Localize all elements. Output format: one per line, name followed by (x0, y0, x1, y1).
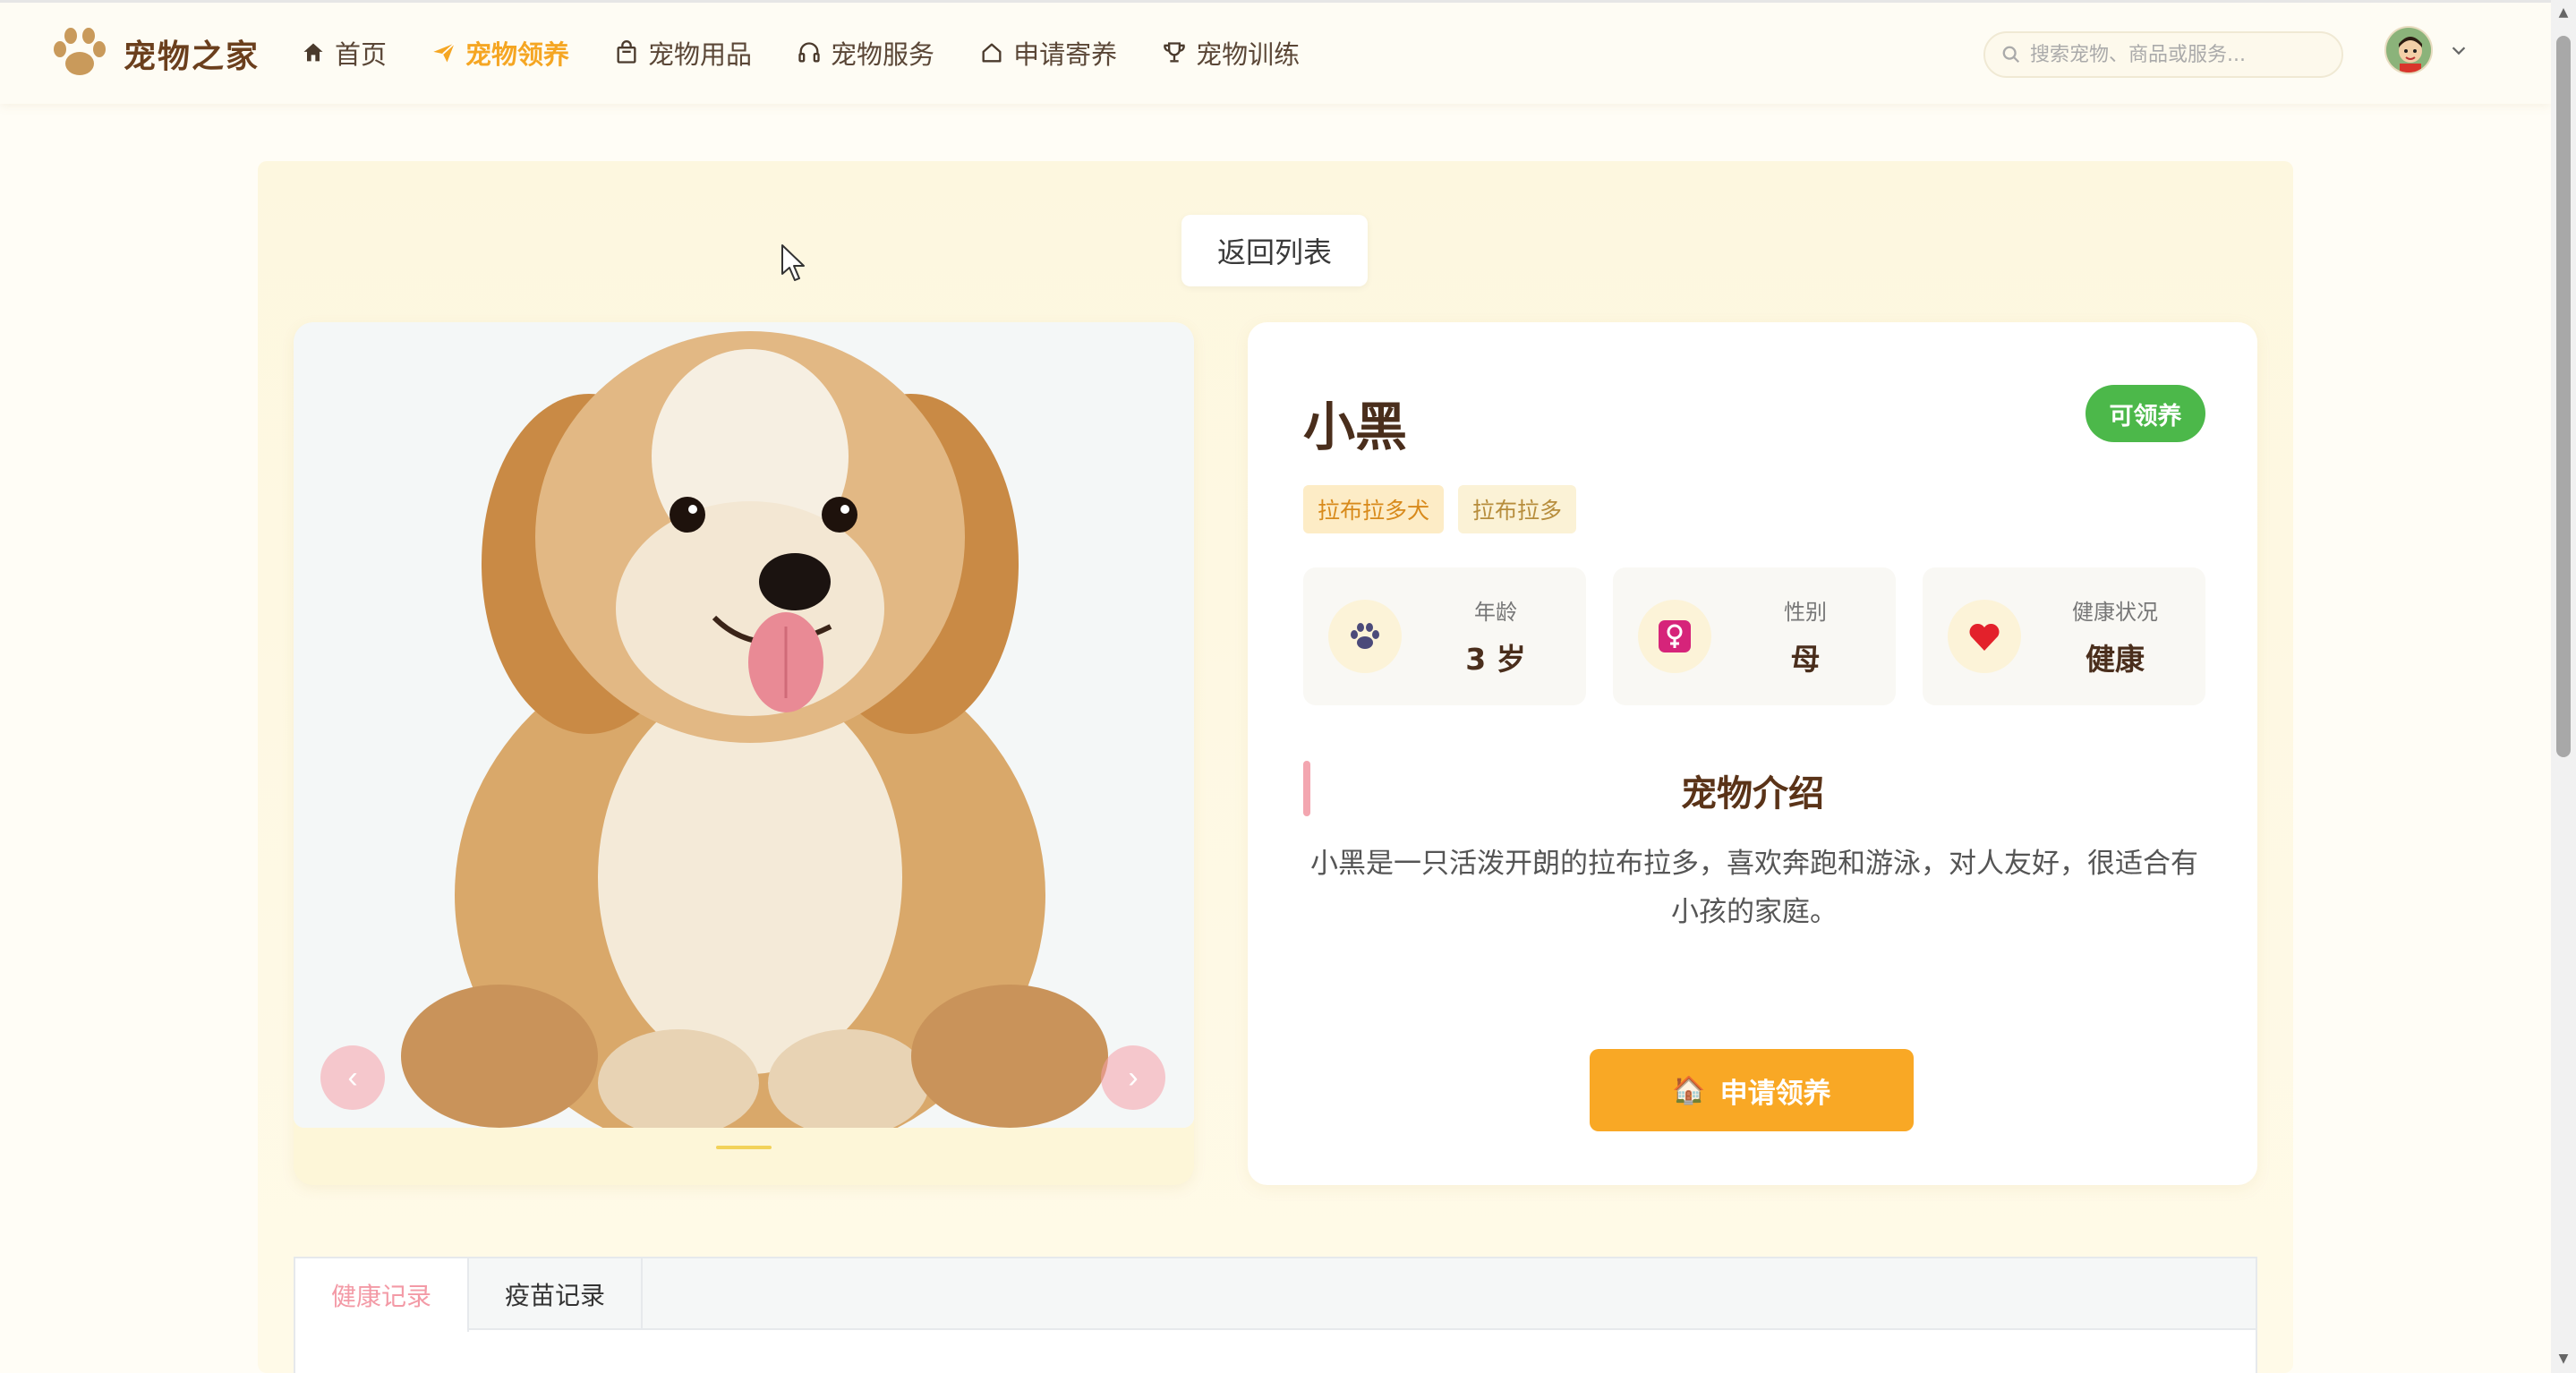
breed-tag: 拉布拉多 (1458, 485, 1577, 533)
status-badge: 可领养 (2086, 385, 2205, 442)
nav-item-label: 首页 (335, 39, 388, 70)
tab-strip: 健康记录 疫苗记录 (295, 1258, 2256, 1332)
stat-gender: 性别 母 (1613, 567, 1896, 705)
avatar-image (2386, 28, 2431, 72)
nav-item-label: 宠物用品 (648, 39, 753, 70)
nav-item-training[interactable]: 宠物训练 (1162, 34, 1300, 72)
stat-label: 健康状况 (2072, 600, 2158, 625)
page-scrollbar[interactable]: ▲ ▼ (2551, 0, 2576, 1373)
search-box (1983, 31, 2343, 78)
chevron-down-icon (2452, 47, 2466, 55)
pet-photo (294, 322, 1194, 1128)
main-nav: 首页 宠物领养 宠物用品 宠物服务 申请寄养 宠物训练 (301, 30, 1344, 76)
carousel-indicator[interactable] (716, 1146, 772, 1149)
intro-title: 宠物介绍 (1681, 773, 1824, 814)
pet-name: 小黑 (1303, 397, 1408, 457)
paper-plane-icon (433, 42, 456, 63)
scroll-thumb[interactable] (2556, 36, 2571, 757)
house-icon: 🏠 (1672, 1074, 1706, 1106)
breed-tags: 拉布拉多犬 拉布拉多 (1303, 485, 1591, 533)
stat-value: 3 岁 (1465, 642, 1526, 677)
stat-icon-wrap (1948, 600, 2021, 673)
pet-stats: 年龄 3 岁 性别 母 健康状况 健康 (1303, 567, 2232, 705)
tab-vaccine-records[interactable]: 疫苗记录 (469, 1258, 644, 1330)
brand-logo[interactable]: 宠物之家 (48, 22, 260, 85)
stat-health: 健康状况 健康 (1923, 567, 2205, 705)
carousel-next-button[interactable]: › (1101, 1045, 1165, 1110)
nav-item-label: 申请寄养 (1013, 39, 1118, 70)
stat-icon-wrap (1328, 600, 1402, 673)
paw-logo-icon (54, 28, 106, 75)
trophy-icon (1164, 42, 1185, 63)
stat-label: 年龄 (1474, 600, 1517, 625)
apply-adoption-button[interactable]: 🏠 申请领养 (1590, 1049, 1914, 1131)
search-input[interactable] (2030, 43, 2316, 66)
shopping-bag-icon (617, 40, 636, 64)
top-navigation-bar: 宠物之家 首页 宠物领养 宠物用品 宠物服务 申请寄养 宠物训练 (0, 0, 2551, 104)
tab-health-records[interactable]: 健康记录 (295, 1258, 470, 1332)
stat-icon-wrap (1638, 600, 1711, 673)
stat-value: 母 (1790, 642, 1821, 677)
scroll-up-arrow[interactable]: ▲ (2556, 5, 2571, 20)
apply-adoption-label: 申请领养 (1719, 1077, 1831, 1110)
user-menu[interactable] (2384, 26, 2469, 74)
back-to-list-button[interactable]: 返回列表 (1181, 215, 1368, 286)
heart-icon (1969, 623, 2000, 651)
pet-info-card: 小黑 可领养 拉布拉多犬 拉布拉多 年龄 3 岁 性别 母 健康状况 健康 宠物… (1248, 322, 2257, 1185)
breed-tag: 拉布拉多犬 (1303, 485, 1445, 533)
paw-icon (1351, 623, 1379, 649)
nav-item-home[interactable]: 首页 (301, 34, 387, 72)
nav-item-foster[interactable]: 申请寄养 (979, 34, 1117, 72)
headset-icon (798, 42, 820, 63)
nav-item-label: 宠物服务 (831, 39, 935, 70)
search-icon (2002, 46, 2020, 64)
brand-name: 宠物之家 (124, 38, 260, 75)
pet-photo-carousel: ‹ › (294, 322, 1194, 1185)
nav-item-supplies[interactable]: 宠物用品 (614, 34, 752, 72)
carousel-prev-button[interactable]: ‹ (320, 1045, 385, 1110)
female-icon (1659, 620, 1691, 652)
house-icon (982, 43, 1002, 63)
nav-item-label: 宠物领养 (465, 39, 570, 70)
stat-label: 性别 (1784, 600, 1827, 625)
records-tabs: 健康记录 疫苗记录 (294, 1257, 2257, 1373)
intro-text: 小黑是一只活泼开朗的拉布拉多，喜欢奔跑和游泳，对人友好，很适合有小孩的家庭。 (1310, 848, 2198, 928)
home-icon (303, 43, 323, 62)
dog-photo-image (294, 322, 1194, 1128)
nav-item-label: 宠物训练 (1196, 39, 1301, 70)
nav-item-adoption[interactable]: 宠物领养 (431, 34, 569, 72)
mouse-cursor-icon (781, 244, 805, 281)
scroll-down-arrow[interactable]: ▼ (2556, 1352, 2571, 1366)
avatar[interactable] (2384, 26, 2433, 74)
stat-age: 年龄 3 岁 (1303, 567, 1586, 705)
stat-value: 健康 (2086, 642, 2145, 677)
nav-item-services[interactable]: 宠物服务 (797, 34, 934, 72)
